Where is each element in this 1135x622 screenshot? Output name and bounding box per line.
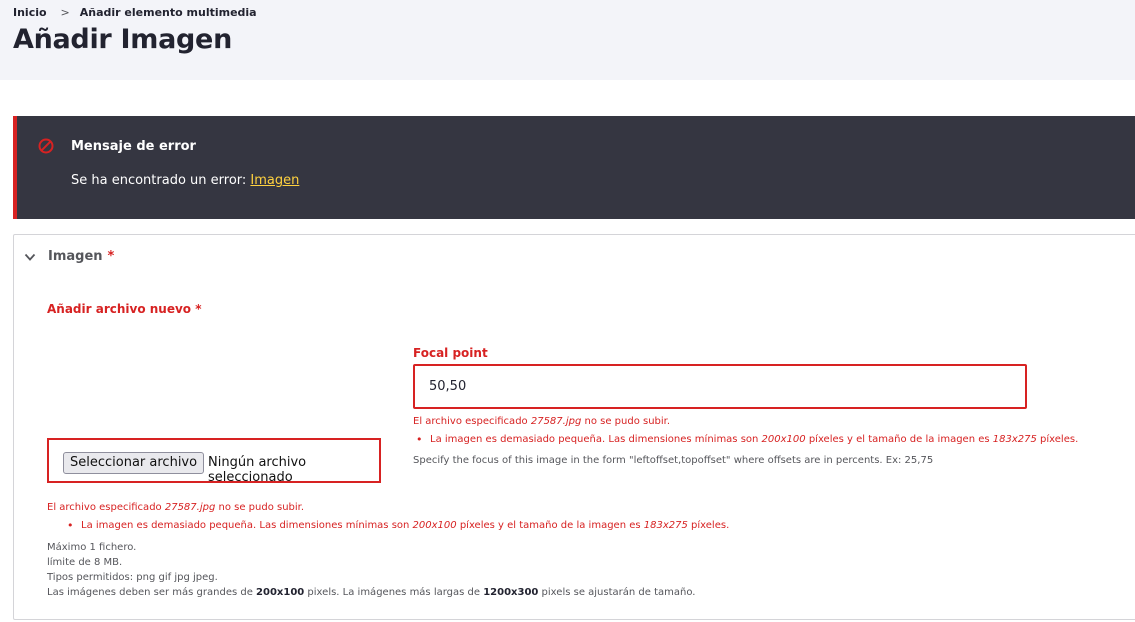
file-detail-suffix: píxeles. — [687, 520, 730, 531]
error-title: Mensaje de error — [71, 139, 196, 154]
file-error-prefix: El archivo especificado — [47, 502, 165, 513]
add-new-file-required-mark: * — [195, 302, 202, 316]
error-link-imagen[interactable]: Imagen — [250, 173, 299, 188]
desc-max-files: Máximo 1 fichero. — [47, 542, 137, 553]
focal-point-help: Specify the focus of this image in the f… — [413, 455, 934, 466]
file-error-detail: La imagen es demasiado pequeña. Las dime… — [67, 519, 730, 532]
file-description: Máximo 1 fichero. límite de 8 MB. Tipos … — [47, 540, 695, 600]
focal-error-detail: La imagen es demasiado pequeña. Las dime… — [416, 433, 1079, 446]
chevron-down-icon — [24, 253, 36, 261]
desc-dims-mid: pixels. La imágenes más largas de — [304, 587, 484, 598]
image-fieldset: Imagen * Añadir archivo nuevo * Focal po… — [13, 234, 1135, 620]
fieldset-summary-label: Imagen — [48, 249, 103, 264]
file-upload-field: Seleccionar archivo Ningún archivo selec… — [47, 438, 381, 485]
file-detail-mid: píxeles y el tamaño de la imagen es — [456, 520, 644, 531]
image-fieldset-summary[interactable]: Imagen * — [24, 249, 114, 264]
desc-limit: límite de 8 MB. — [47, 557, 123, 568]
desc-types: Tipos permitidos: png gif jpg jpeg. — [47, 572, 218, 583]
select-file-button[interactable]: Seleccionar archivo — [63, 452, 205, 474]
desc-dims-prefix: Las imágenes deben ser más grandes de — [47, 587, 257, 598]
focal-error-suffix: no se pudo subir. — [581, 416, 671, 427]
add-new-file-label-text: Añadir archivo nuevo — [47, 302, 192, 316]
page-title: Añadir Imagen — [13, 24, 232, 55]
page-header: Inicio > Añadir elemento multimedia Añad… — [0, 0, 1135, 80]
breadcrumb-separator: > — [60, 6, 70, 19]
add-new-file-label: Añadir archivo nuevo * — [47, 302, 202, 316]
focal-error-prefix: El archivo especificado — [413, 416, 531, 427]
file-error-message: El archivo especificado 27587.jpg no se … — [47, 502, 304, 513]
error-circle-icon — [38, 138, 54, 154]
focal-point-label: Focal point — [413, 346, 488, 360]
focal-error-filename: 27587.jpg — [530, 416, 582, 427]
focal-detail-min-dims: 200x100 — [761, 434, 806, 445]
desc-dims-min: 200x100 — [256, 587, 305, 598]
breadcrumb-current[interactable]: Añadir elemento multimedia — [80, 6, 257, 19]
focal-point-input[interactable] — [413, 364, 1027, 409]
file-error-suffix: no se pudo subir. — [215, 502, 305, 513]
desc-dims: Las imágenes deben ser más grandes de 20… — [47, 585, 695, 600]
focal-detail-img-dims: 183x275 — [992, 434, 1037, 445]
desc-dims-suffix: pixels se ajustarán de tamaño. — [538, 587, 696, 598]
focal-detail-suffix: píxeles. — [1036, 434, 1079, 445]
file-detail-min-dims: 200x100 — [412, 520, 457, 531]
desc-dims-max: 1200x300 — [483, 587, 539, 598]
file-status: Ningún archivo seleccionado — [208, 455, 307, 485]
file-detail-prefix: La imagen es demasiado pequeña. Las dime… — [81, 520, 413, 531]
error-message-box: Mensaje de error Se ha encontrado un err… — [13, 116, 1135, 219]
file-error-filename: 27587.jpg — [164, 502, 216, 513]
file-detail-img-dims: 183x275 — [643, 520, 688, 531]
focal-detail-prefix: La imagen es demasiado pequeña. Las dime… — [430, 434, 762, 445]
breadcrumb: Inicio > Añadir elemento multimedia — [13, 6, 257, 19]
required-mark: * — [107, 249, 115, 264]
error-text-prefix: Se ha encontrado un error: — [71, 173, 251, 188]
focal-error-message: El archivo especificado 27587.jpg no se … — [413, 416, 670, 427]
error-text: Se ha encontrado un error: Imagen — [71, 173, 299, 188]
focal-detail-mid: píxeles y el tamaño de la imagen es — [805, 434, 993, 445]
breadcrumb-home-link[interactable]: Inicio — [13, 6, 47, 19]
